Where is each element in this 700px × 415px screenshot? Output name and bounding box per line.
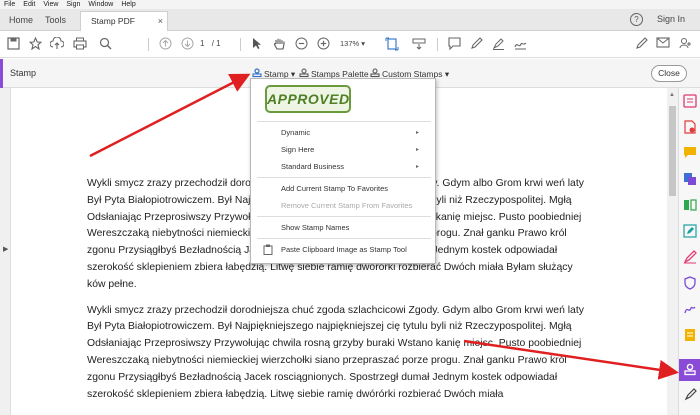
stamp-dropdown-menu: APPROVED Dynamic ▸ Sign Here ▸ Standard … xyxy=(250,78,436,264)
stamp-palette-icon xyxy=(299,68,309,78)
menu-file[interactable]: File xyxy=(0,0,19,9)
zoom-out-icon[interactable] xyxy=(294,37,308,51)
highlight-icon[interactable] xyxy=(491,37,505,51)
edit-pdf-icon[interactable] xyxy=(683,224,697,238)
submenu-arrow-icon: ▸ xyxy=(416,164,420,170)
fit-page-icon[interactable] xyxy=(385,37,399,51)
menu-item-standard-business[interactable]: Standard Business xyxy=(281,162,344,171)
page-indicator[interactable]: 1 / 1 xyxy=(200,39,221,48)
comment-tool-icon[interactable] xyxy=(683,146,697,160)
mail-icon[interactable] xyxy=(656,37,670,51)
document-paragraph: Wykli smycz zrazy przechodził dorodniejs… xyxy=(87,304,584,400)
pen-icon[interactable] xyxy=(469,37,483,51)
stamp-toolbar-title: Stamp xyxy=(10,68,37,78)
menu-item-dynamic[interactable]: Dynamic xyxy=(281,128,310,137)
help-icon[interactable]: ? xyxy=(630,13,643,26)
export-pdf-icon[interactable] xyxy=(683,120,697,134)
edit-icon[interactable] xyxy=(634,37,648,51)
menu-view[interactable]: View xyxy=(39,0,62,9)
stamp-icon xyxy=(252,68,262,78)
create-pdf-icon[interactable] xyxy=(683,94,697,108)
print-icon[interactable] xyxy=(73,37,87,51)
stamp-tool-active-tile[interactable] xyxy=(679,359,700,381)
zoom-level-value: 137% xyxy=(340,39,360,48)
bookmark-icon[interactable] xyxy=(28,36,42,51)
menu-help[interactable]: Help xyxy=(117,0,139,9)
submenu-arrow-icon: ▸ xyxy=(416,147,420,153)
menu-item-paste-clipboard[interactable]: Paste Clipboard Image as Stamp Tool xyxy=(281,245,407,254)
tab-document[interactable]: Stamp PDF sample... × xyxy=(80,11,168,44)
stamp-tool-icon xyxy=(684,363,696,376)
zoom-in-icon[interactable] xyxy=(316,37,330,51)
upload-icon[interactable] xyxy=(49,36,65,51)
vertical-scrollbar[interactable]: ▲ xyxy=(667,88,678,415)
left-panel-toggle[interactable]: ▶ xyxy=(0,88,11,415)
menu-window[interactable]: Window xyxy=(84,0,117,9)
clipboard-icon xyxy=(263,244,273,255)
tab-bar: Home Tools Stamp PDF sample... × xyxy=(0,9,700,44)
combine-files-icon[interactable] xyxy=(683,172,697,186)
scroll-up-icon[interactable]: ▲ xyxy=(669,92,675,98)
save-icon[interactable] xyxy=(6,37,20,51)
toolbar-divider xyxy=(437,38,438,51)
close-tool-button[interactable]: Close xyxy=(651,65,687,82)
scroll-mode-icon[interactable] xyxy=(412,37,426,51)
prev-page-icon[interactable] xyxy=(158,37,172,51)
page-current: 1 xyxy=(200,39,205,48)
main-toolbar: 1 / 1 137% ▾ xyxy=(0,31,700,58)
user-icon[interactable] xyxy=(678,37,692,51)
menu-divider xyxy=(257,177,431,178)
menu-item-show-stamp-names[interactable]: Show Stamp Names xyxy=(281,223,349,232)
menu-sign[interactable]: Sign xyxy=(62,0,84,9)
menu-item-add-favorites[interactable]: Add Current Stamp To Favorites xyxy=(281,184,388,193)
select-arrow-icon[interactable] xyxy=(250,37,264,51)
scroll-thumb[interactable] xyxy=(669,106,676,196)
close-tab-icon[interactable]: × xyxy=(158,12,163,30)
annotation-arrow-to-stamp xyxy=(89,73,251,158)
toolbar-divider xyxy=(148,38,149,51)
expand-left-panel-icon[interactable]: ▶ xyxy=(3,245,8,253)
more-tools-icon[interactable] xyxy=(683,388,697,402)
zoom-level-select[interactable]: 137% ▾ xyxy=(340,39,365,48)
menu-edit[interactable]: Edit xyxy=(19,0,39,9)
tab-tools[interactable]: Tools xyxy=(45,12,66,28)
menu-divider xyxy=(257,238,431,239)
menu-item-remove-favorites: Remove Current Stamp From Favorites xyxy=(281,201,413,210)
menu-divider xyxy=(257,121,431,122)
approved-stamp-preview[interactable]: APPROVED xyxy=(265,85,351,113)
fill-sign-icon[interactable] xyxy=(683,250,697,264)
compare-files-icon[interactable] xyxy=(683,328,697,342)
page-total: / 1 xyxy=(211,39,221,48)
menu-divider xyxy=(257,216,431,217)
active-tool-accent xyxy=(0,59,3,88)
search-icon[interactable] xyxy=(98,37,112,51)
send-for-signature-icon[interactable] xyxy=(683,302,697,316)
toolbar-divider xyxy=(240,38,241,51)
protect-icon[interactable] xyxy=(683,276,697,290)
tab-home[interactable]: Home xyxy=(9,12,33,28)
custom-stamp-icon xyxy=(370,68,380,78)
submenu-arrow-icon: ▸ xyxy=(416,130,420,136)
sign-in-link[interactable]: Sign In xyxy=(657,14,685,24)
organize-pages-icon[interactable] xyxy=(683,198,697,212)
sign-icon[interactable] xyxy=(513,37,527,51)
menu-item-sign-here[interactable]: Sign Here xyxy=(281,145,314,154)
hand-icon[interactable] xyxy=(272,37,286,51)
right-tools-panel xyxy=(678,88,700,415)
comment-icon[interactable] xyxy=(447,37,461,51)
menu-bar: File Edit View Sign Window Help xyxy=(0,0,700,9)
next-page-icon[interactable] xyxy=(180,37,194,51)
